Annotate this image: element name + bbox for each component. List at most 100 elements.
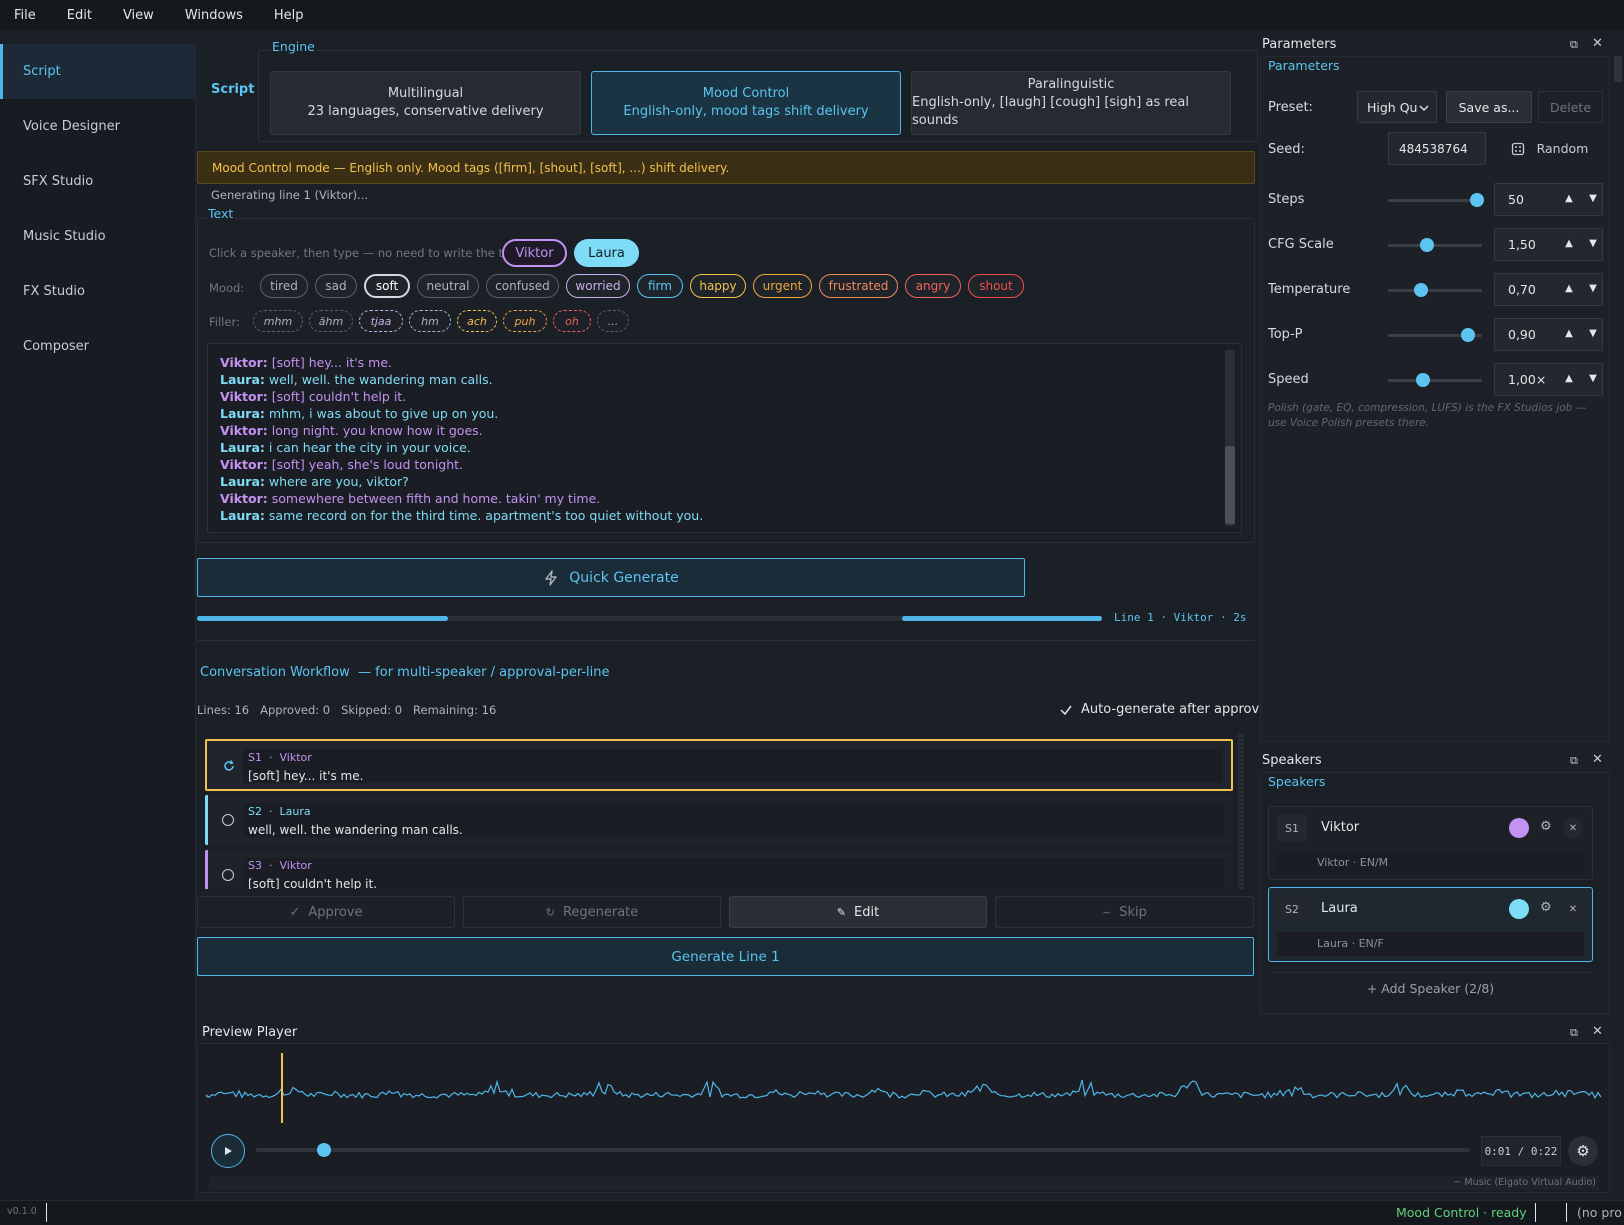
waveform[interactable]: [206, 1052, 1602, 1122]
mood-chip-neutral[interactable]: neutral: [417, 274, 479, 298]
sidebar-item-composer[interactable]: Composer: [0, 319, 195, 374]
increment-icon[interactable]: ▲: [1561, 326, 1577, 342]
mood-chip-soft[interactable]: soft: [364, 274, 410, 298]
mood-chip-urgent[interactable]: urgent: [753, 274, 812, 298]
increment-icon[interactable]: ▲: [1561, 371, 1577, 387]
param-spinbox[interactable]: 0,90 ▲ ▼: [1494, 318, 1603, 351]
seek-bar[interactable]: [256, 1143, 1470, 1157]
menu-view[interactable]: View: [109, 8, 171, 23]
workflow-row[interactable]: S3 · Viktor [soft] couldn't help it.: [205, 850, 1233, 889]
increment-icon[interactable]: ▲: [1561, 191, 1577, 207]
filler-chip[interactable]: puh: [503, 310, 547, 332]
gear-icon[interactable]: ⚙: [1540, 819, 1552, 834]
regenerate-button[interactable]: ↻ Regenerate: [463, 896, 721, 928]
play-button[interactable]: [211, 1134, 245, 1168]
mood-chip-angry[interactable]: angry: [905, 274, 961, 298]
mood-chip-shout[interactable]: shout: [968, 274, 1024, 298]
sidebar-item-music-studio[interactable]: Music Studio: [0, 209, 195, 264]
speaker-card-viktor[interactable]: S1 Viktor ⚙ ✕ Viktor · EN/M: [1268, 806, 1593, 880]
float-icon[interactable]: ⧉: [1570, 1026, 1578, 1040]
filler-chip[interactable]: ähm: [309, 310, 353, 332]
menu-windows[interactable]: Windows: [171, 8, 260, 23]
mood-chip-happy[interactable]: happy: [690, 274, 746, 298]
param-spinbox[interactable]: 1,50 ▲ ▼: [1494, 228, 1603, 261]
decrement-icon[interactable]: ▼: [1585, 371, 1601, 387]
speaker-chip-laura[interactable]: Laura: [574, 239, 639, 267]
mood-chip-confused[interactable]: confused: [486, 274, 559, 298]
speaker-chip-viktor[interactable]: Viktor: [502, 239, 567, 267]
filler-chip[interactable]: hm: [409, 310, 451, 332]
editor-scrollbar[interactable]: [1225, 350, 1235, 526]
approve-button[interactable]: ✓ Approve: [197, 896, 455, 928]
close-icon[interactable]: ✕: [1592, 36, 1603, 51]
menu-help[interactable]: Help: [260, 8, 321, 23]
generate-line-button[interactable]: Generate Line 1: [197, 937, 1254, 976]
add-speaker-button[interactable]: + Add Speaker (2/8): [1268, 972, 1593, 1004]
editor-scrollbar-thumb[interactable]: [1225, 446, 1235, 524]
param-spinbox[interactable]: 0,70 ▲ ▼: [1494, 273, 1603, 306]
workflow-scrollbar[interactable]: [1238, 733, 1244, 889]
random-seed-button[interactable]: Random: [1496, 132, 1603, 165]
increment-icon[interactable]: ▲: [1561, 281, 1577, 297]
speaker-color-swatch[interactable]: [1509, 818, 1529, 838]
skip-button[interactable]: ~ Skip: [995, 896, 1254, 928]
engine-mood-control[interactable]: Mood Control English-only, mood tags shi…: [591, 71, 901, 135]
preset-select[interactable]: High Qu: [1357, 91, 1437, 123]
param-slider[interactable]: [1388, 289, 1482, 292]
edit-button[interactable]: ✎ Edit: [729, 896, 987, 928]
menu-edit[interactable]: Edit: [53, 8, 109, 23]
mood-chip-sad[interactable]: sad: [315, 274, 357, 298]
close-icon[interactable]: ✕: [1592, 1024, 1603, 1039]
increment-icon[interactable]: ▲: [1561, 236, 1577, 252]
menu-file[interactable]: File: [0, 8, 53, 23]
output-device[interactable]: ~ Music (Elgato Virtual Audio): [1453, 1177, 1596, 1188]
save-as-button[interactable]: Save as...: [1446, 91, 1532, 123]
mood-chip-firm[interactable]: firm: [637, 274, 683, 298]
filler-chip[interactable]: ...: [597, 310, 629, 332]
filler-chip[interactable]: ach: [457, 310, 497, 332]
float-icon[interactable]: ⧉: [1570, 754, 1578, 768]
parameters-scrollbar[interactable]: [1614, 56, 1622, 82]
sidebar-item-script[interactable]: Script: [0, 44, 195, 99]
mood-chip-frustrated[interactable]: frustrated: [819, 274, 898, 298]
remove-speaker-icon[interactable]: ✕: [1563, 899, 1583, 919]
seed-input[interactable]: 484538764: [1388, 132, 1486, 165]
player-settings-button[interactable]: ⚙: [1568, 1136, 1598, 1166]
remove-speaker-icon[interactable]: ✕: [1563, 818, 1583, 838]
param-slider[interactable]: [1388, 244, 1482, 247]
script-editor[interactable]: Viktor: [soft] hey... it's me. Laura: wel…: [207, 343, 1242, 533]
engine-paralinguistic[interactable]: Paralinguistic English-only, [laugh] [co…: [911, 71, 1231, 135]
quick-generate-button[interactable]: Quick Generate: [197, 558, 1025, 597]
speaker-color-swatch[interactable]: [1509, 899, 1529, 919]
speaker-card-laura[interactable]: S2 Laura ⚙ ✕ Laura · EN/F: [1268, 887, 1593, 962]
param-slider-knob[interactable]: [1460, 328, 1475, 342]
decrement-icon[interactable]: ▼: [1585, 326, 1601, 342]
auto-generate-toggle[interactable]: Auto-generate after approve: [1059, 702, 1267, 717]
mood-chip-worried[interactable]: worried: [566, 274, 630, 298]
mood-chip-tired[interactable]: tired: [260, 274, 308, 298]
seek-knob[interactable]: [316, 1143, 331, 1157]
param-slider-knob[interactable]: [1415, 373, 1430, 387]
param-slider[interactable]: [1388, 199, 1482, 202]
decrement-icon[interactable]: ▼: [1585, 281, 1601, 297]
workflow-row[interactable]: S1 · Viktor [soft] hey... it's me.: [205, 739, 1233, 791]
engine-multilingual[interactable]: Multilingual 23 languages, conservative …: [270, 71, 581, 135]
script-tab-label[interactable]: Script: [211, 82, 254, 97]
sidebar-item-sfx-studio[interactable]: SFX Studio: [0, 154, 195, 209]
decrement-icon[interactable]: ▼: [1585, 191, 1601, 207]
param-slider[interactable]: [1388, 379, 1482, 382]
sidebar-item-voice-designer[interactable]: Voice Designer: [0, 99, 195, 154]
workflow-row[interactable]: S2 · Laura well, well. the wandering man…: [205, 795, 1233, 845]
gear-icon[interactable]: ⚙: [1540, 900, 1552, 915]
param-spinbox[interactable]: 50 ▲ ▼: [1494, 183, 1603, 216]
filler-chip[interactable]: mhm: [253, 310, 303, 332]
param-slider-knob[interactable]: [1413, 283, 1428, 297]
decrement-icon[interactable]: ▼: [1585, 236, 1601, 252]
delete-button[interactable]: Delete: [1538, 91, 1603, 123]
float-icon[interactable]: ⧉: [1570, 38, 1578, 52]
filler-chip[interactable]: oh: [553, 310, 591, 332]
close-icon[interactable]: ✕: [1592, 752, 1603, 767]
sidebar-item-fx-studio[interactable]: FX Studio: [0, 264, 195, 319]
filler-chip[interactable]: tjaa: [359, 310, 403, 332]
param-spinbox[interactable]: 1,00× ▲ ▼: [1494, 363, 1603, 396]
